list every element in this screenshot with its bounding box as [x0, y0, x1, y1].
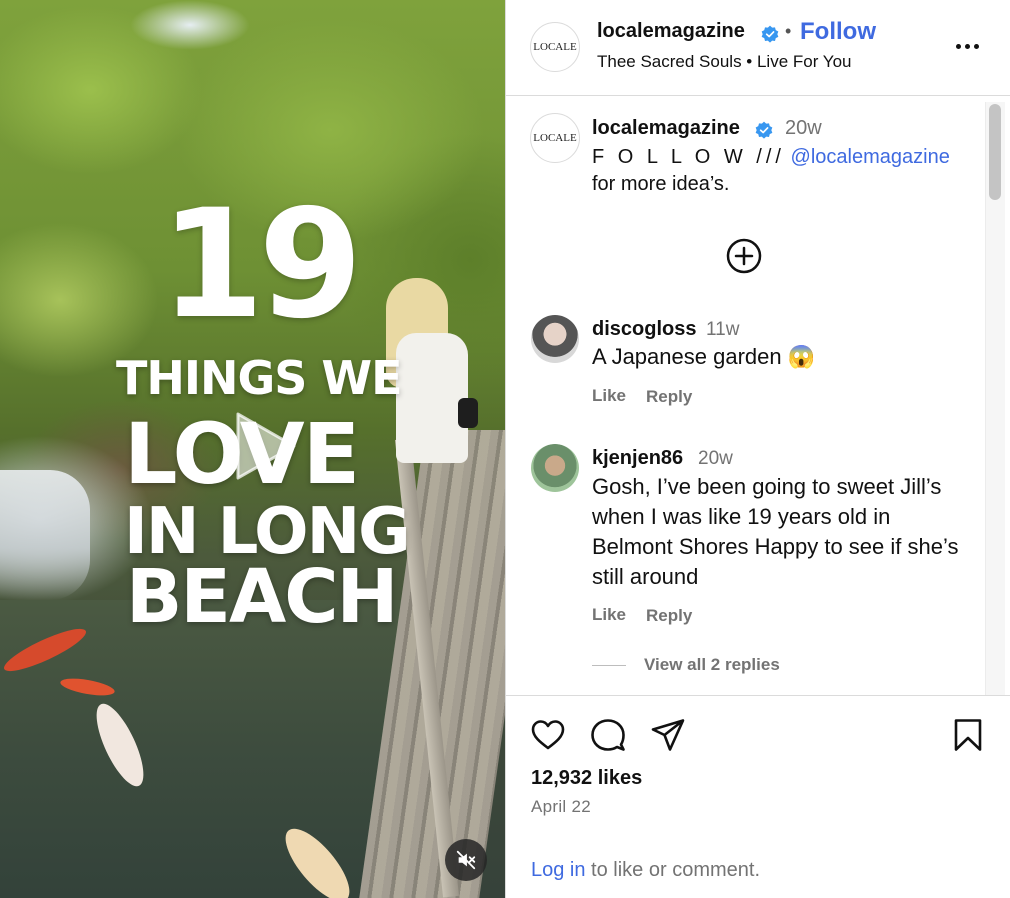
more-options-button[interactable]: [954, 34, 984, 58]
post-media[interactable]: 19 THINGS WE LOVE IN LONG BEACH: [0, 0, 505, 898]
overlay-line-1: THINGS WE: [116, 351, 403, 405]
overlay-line-4: BEACH: [126, 554, 398, 640]
comment-text: Gosh, I’ve been going to sweet Jill’s wh…: [592, 474, 959, 589]
like-comment-button[interactable]: Like: [592, 605, 626, 625]
avatar[interactable]: LOCALE: [530, 22, 580, 72]
caption-text: F O L L O W /// @localemagazine for more…: [592, 144, 962, 198]
scrollbar-thumb[interactable]: [989, 104, 1001, 200]
comment-age: 11w: [706, 319, 740, 340]
like-comment-button[interactable]: Like: [592, 386, 626, 406]
view-replies-label: View all 2 replies: [644, 655, 780, 674]
reply-button[interactable]: Reply: [646, 387, 692, 407]
caption-author[interactable]: localemagazine: [592, 117, 740, 140]
heart-icon[interactable]: [530, 717, 566, 753]
post-actions: 12,932 likes April 22 Log in to like or …: [506, 697, 1010, 898]
login-prompt: Log in to like or comment.: [531, 859, 760, 882]
mute-icon: [456, 850, 476, 870]
comment-author[interactable]: kjenjen86: [592, 447, 683, 470]
post-header: LOCALE localemagazine • Follow Thee Sacr…: [506, 0, 1010, 96]
overlay-number: 19: [160, 178, 363, 352]
replies-divider: [592, 665, 626, 667]
caption-age: 20w: [785, 117, 822, 139]
account-name[interactable]: localemagazine: [597, 20, 745, 43]
caption-mention-link[interactable]: @localemagazine: [791, 146, 950, 168]
play-icon[interactable]: [210, 396, 310, 496]
avatar-logo-text: LOCALE: [533, 41, 577, 53]
login-prompt-text: to like or comment.: [585, 859, 761, 881]
verified-icon: [761, 25, 779, 43]
view-replies-button[interactable]: View all 2 replies: [592, 655, 780, 675]
follow-button[interactable]: Follow: [800, 18, 876, 46]
post-date[interactable]: April 22: [531, 797, 591, 817]
comments-section: LOCALE localemagazine 20w F O L L O W //…: [506, 96, 1010, 696]
mute-button[interactable]: [445, 839, 487, 881]
comment-age: 20w: [698, 448, 733, 469]
comment-icon[interactable]: [590, 717, 626, 753]
caption-lead: F O L L O W ///: [592, 146, 785, 168]
more-icon: [956, 44, 961, 49]
likes-count[interactable]: 12,932 likes: [531, 767, 642, 790]
comment-author[interactable]: discogloss: [592, 318, 696, 341]
verified-icon: [755, 121, 773, 139]
avatar[interactable]: [531, 444, 579, 492]
post-sidebar: LOCALE localemagazine • Follow Thee Sacr…: [505, 0, 1010, 898]
reply-button[interactable]: Reply: [646, 606, 692, 626]
comment-text: A Japanese garden 😱: [592, 344, 816, 369]
share-icon[interactable]: [650, 717, 686, 753]
caption-rest: for more idea’s.: [592, 173, 730, 195]
login-link[interactable]: Log in: [531, 859, 586, 881]
avatar-logo-text: LOCALE: [533, 132, 577, 144]
avatar[interactable]: [531, 315, 579, 363]
audio-track-link[interactable]: Thee Sacred Souls • Live For You: [597, 52, 852, 72]
separator-dot: •: [785, 21, 792, 41]
bookmark-icon[interactable]: [950, 717, 986, 753]
add-circle-icon[interactable]: [725, 237, 763, 275]
avatar[interactable]: LOCALE: [530, 113, 580, 163]
